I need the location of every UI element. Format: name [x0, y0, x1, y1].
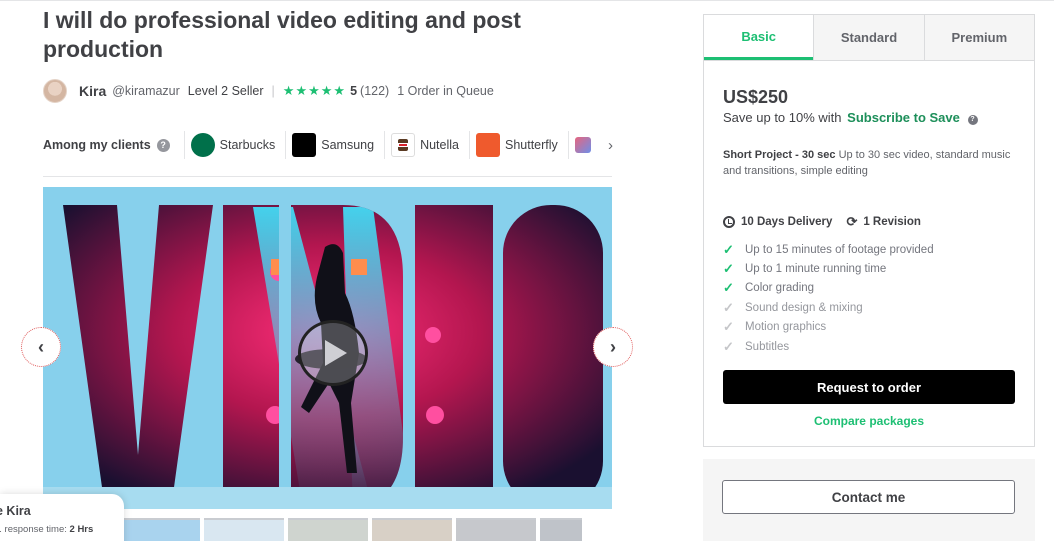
- help-icon[interactable]: ?: [967, 114, 978, 125]
- seller-handle: @kiramazur: [112, 84, 180, 98]
- gallery-thumbnail[interactable]: [120, 518, 200, 541]
- top-divider: [0, 0, 1054, 1]
- client-item-partial[interactable]: [567, 131, 606, 159]
- review-count[interactable]: (122): [360, 84, 389, 98]
- save-text: Save up to 10% with: [723, 110, 842, 125]
- clients-strip: Among my clients ? Starbucks Samsung Nut…: [43, 129, 613, 161]
- chevron-left-icon[interactable]: ‹: [21, 327, 61, 367]
- chevron-right-icon[interactable]: ›: [593, 327, 633, 367]
- package-price: US$250: [723, 87, 789, 107]
- gallery-divider: [43, 176, 612, 177]
- subscribe-to-save-link[interactable]: Subscribe to Save: [847, 110, 960, 125]
- check-icon: ✓: [723, 261, 734, 277]
- package-title: Short Project - 30 sec: [723, 149, 836, 161]
- feature-item: ✓ Motion graphics: [723, 318, 934, 337]
- tab-basic[interactable]: Basic: [704, 15, 814, 60]
- check-icon: ✓: [723, 319, 734, 335]
- gallery-thumbnails: [120, 518, 582, 541]
- seller-contact-popup[interactable]: e Kira g. response time: 2 Hrs: [0, 494, 124, 541]
- feature-label: Up to 15 minutes of footage provided: [745, 243, 934, 256]
- package-description: Short Project - 30 sec Up to 30 sec vide…: [723, 147, 1013, 179]
- response-time: g. response time: 2 Hrs: [0, 524, 93, 535]
- request-to-order-button[interactable]: Request to order: [723, 370, 1015, 404]
- check-icon: ✓: [723, 338, 734, 354]
- client-name: Shutterfly: [505, 138, 558, 152]
- seller-overview: Kira @kiramazur Level 2 Seller | ★★★★★ 5…: [43, 78, 494, 104]
- response-time-label: g. response time:: [0, 524, 67, 535]
- rating-value: 5: [350, 84, 358, 98]
- response-time-value: 2 Hrs: [69, 524, 94, 535]
- feature-label: Sound design & mixing: [745, 301, 863, 314]
- tab-premium[interactable]: Premium: [923, 15, 1034, 60]
- check-icon: ✓: [723, 299, 734, 315]
- chevron-right-icon[interactable]: ›: [608, 137, 613, 154]
- feature-label: Up to 1 minute running time: [745, 263, 887, 276]
- feature-item: ✓ Up to 15 minutes of footage provided: [723, 240, 934, 259]
- compare-packages-link[interactable]: Compare packages: [704, 414, 1034, 428]
- gallery-thumbnail[interactable]: [540, 518, 582, 541]
- seller-name[interactable]: Kira: [79, 83, 106, 99]
- delivery-time: 10 Days Delivery: [741, 216, 833, 228]
- gallery-thumbnail[interactable]: [372, 518, 452, 541]
- check-icon: ✓: [723, 280, 734, 296]
- seller-level: Level 2 Seller: [187, 84, 264, 98]
- clock-icon: [723, 216, 735, 228]
- nutella-logo-icon: [391, 133, 416, 157]
- client-name: Nutella: [420, 138, 459, 152]
- feature-label: Color grading: [745, 282, 815, 295]
- feature-label: Subtitles: [745, 340, 790, 353]
- package-tabs: Basic Standard Premium: [704, 15, 1034, 61]
- gallery-thumbnail[interactable]: [288, 518, 368, 541]
- client-name: Starbucks: [219, 138, 276, 152]
- orders-in-queue: 1 Order in Queue: [397, 84, 494, 98]
- subscribe-save-line: Save up to 10% with Subscribe to Save ?: [723, 110, 978, 125]
- client-item[interactable]: Nutella: [384, 131, 469, 159]
- play-icon[interactable]: [298, 320, 368, 386]
- star-rating-icon: ★★★★★: [282, 83, 347, 98]
- gallery-thumbnail[interactable]: [204, 518, 284, 541]
- feature-item: ✓ Sound design & mixing: [723, 298, 934, 317]
- feature-item: ✓ Color grading: [723, 279, 934, 298]
- brand-logo-icon: [574, 137, 591, 153]
- contact-panel: Contact me: [703, 459, 1035, 541]
- shutterfly-logo-icon: [476, 133, 500, 157]
- client-name: Samsung: [321, 138, 375, 152]
- package-features: ✓ Up to 15 minutes of footage provided ✓ U…: [723, 240, 934, 356]
- gig-title: I will do professional video editing and…: [43, 7, 521, 62]
- seller-avatar[interactable]: [43, 79, 67, 103]
- samsung-logo-icon: [292, 133, 317, 157]
- package-card: Basic Standard Premium US$250 Save up to…: [703, 14, 1035, 447]
- gallery-thumbnail[interactable]: [456, 518, 536, 541]
- feature-item: ✓ Up to 1 minute running time: [723, 259, 934, 278]
- client-item[interactable]: Samsung: [285, 131, 384, 159]
- check-icon: ✓: [723, 241, 734, 257]
- refresh-icon: ⟳: [846, 214, 858, 229]
- clients-label: Among my clients: [43, 138, 151, 152]
- feature-label: Motion graphics: [745, 321, 827, 334]
- client-item[interactable]: Starbucks: [183, 131, 286, 159]
- divider: |: [271, 84, 275, 98]
- help-icon[interactable]: ?: [156, 138, 170, 152]
- revisions: 1 Revision: [863, 216, 921, 228]
- contact-me-button[interactable]: Contact me: [722, 480, 1015, 514]
- client-item[interactable]: Shutterfly: [469, 131, 568, 159]
- contact-popup-name: e Kira: [0, 504, 31, 518]
- feature-item: ✓ Subtitles: [723, 337, 934, 356]
- delivery-info: 10 Days Delivery ⟳ 1 Revision: [723, 214, 921, 230]
- starbucks-logo-icon: [190, 133, 215, 157]
- tab-standard[interactable]: Standard: [813, 15, 924, 60]
